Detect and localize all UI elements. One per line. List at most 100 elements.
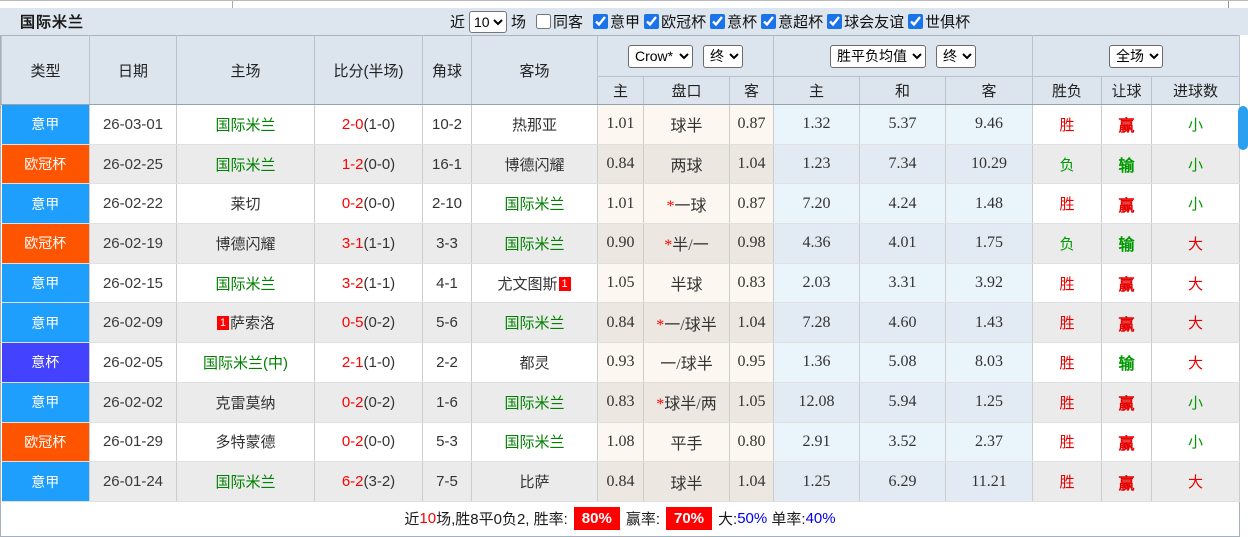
cell-result-goals: 小	[1151, 144, 1241, 185]
same-away-option[interactable]: 同客	[536, 11, 583, 32]
fulltime-score: 3-1	[341, 234, 364, 252]
odds-final-select[interactable]: 终	[703, 44, 743, 68]
footer-segment-blue-text: 50%	[737, 510, 768, 528]
cell-score: 0-5(0-2)	[314, 302, 423, 344]
halftime-score: (0-0)	[363, 155, 396, 173]
bookmaker-select[interactable]: Crow*	[628, 44, 693, 68]
cell-date: 26-02-02	[89, 382, 177, 423]
halftime-score: (1-0)	[363, 353, 396, 371]
cell-score: 2-0(1-0)	[314, 104, 423, 145]
cell-avg-home: 1.25	[773, 461, 861, 502]
home-team-name: 多特蒙德	[215, 434, 276, 452]
cell-league-badge: 意甲	[1, 302, 90, 344]
cell-result-winlose: 胜	[1032, 104, 1103, 145]
red-card-badge: 1	[216, 316, 229, 331]
away-team-name: 博德闪耀	[504, 156, 565, 174]
halftime-score: (0-2)	[363, 393, 396, 411]
halftime-score: (0-0)	[363, 433, 396, 451]
footer-segment-red-badge: 70%	[666, 507, 713, 531]
filter-option-4[interactable]: 球会友谊	[827, 11, 904, 32]
league-filters: 意甲 欧冠杯 意杯 意超杯 球会友谊 世俱杯	[589, 11, 970, 33]
cell-avg-draw: 5.08	[859, 342, 947, 383]
cell-odds-home: 0.84	[597, 302, 644, 344]
cell-corners: 2-10	[422, 183, 472, 225]
col-header-avg-draw: 和	[859, 76, 947, 105]
recent-count-select[interactable]: 10	[469, 10, 508, 33]
filter-checkbox[interactable]	[827, 13, 843, 29]
toolbar: 国际米兰 近 10 场 同客 意甲 欧冠杯 意杯 意超杯 球会友谊 世俱杯	[0, 8, 1248, 35]
halftime-score: (3-2)	[363, 473, 396, 491]
col-header-avg-away: 客	[945, 76, 1034, 105]
fulltime-score: 0-2	[341, 195, 364, 213]
cell-away-team: 热那亚	[471, 104, 598, 145]
filter-option-0[interactable]: 意甲	[593, 11, 640, 32]
cell-avg-draw: 4.01	[859, 223, 947, 264]
filter-checkbox[interactable]	[710, 13, 726, 29]
avg-final-select[interactable]: 终	[936, 44, 977, 68]
cell-odds-home: 0.84	[597, 461, 644, 502]
cell-result-goals: 小	[1151, 104, 1241, 145]
home-team-name: 国际米兰	[215, 116, 276, 134]
filter-option-5[interactable]: 世俱杯	[908, 11, 970, 32]
cell-avg-draw: 5.37	[859, 104, 947, 145]
table-row: 欧冠杯 26-01-29 多特蒙德 0-2(0-0) 5-3 国际米兰 1.08 平手 0.80…	[1, 422, 1241, 463]
divider-stub	[1228, 1, 1229, 8]
avg-odds-select[interactable]: 胜平负均值	[830, 44, 927, 68]
cell-home-team: 1 萨索洛	[176, 302, 315, 344]
cell-result-winlose: 胜	[1032, 183, 1103, 225]
cell-avg-draw: 3.31	[859, 263, 947, 304]
fulltime-select[interactable]: 全场	[1109, 44, 1164, 68]
filter-checkbox[interactable]	[593, 13, 609, 29]
footer-segment-plain: 场,胜8平0负2, 胜率:	[436, 511, 568, 529]
cell-avg-home: 2.03	[773, 263, 861, 304]
col-header-result-handicap: 让球	[1101, 76, 1153, 105]
fulltime-score: 1-2	[341, 155, 364, 173]
cell-home-team: 克雷莫纳	[176, 382, 315, 423]
cell-home-team: 莱切	[176, 183, 315, 225]
result-group-header: 全场	[1032, 35, 1241, 77]
cell-avg-away: 2.37	[945, 422, 1034, 463]
cell-avg-home: 1.23	[773, 144, 861, 185]
scrollbar-thumb[interactable]	[1238, 106, 1248, 150]
page-title: 国际米兰	[20, 14, 85, 31]
divider-stub	[232, 1, 233, 8]
red-card-badge: 1	[558, 276, 571, 291]
cell-result-handicap: 赢	[1101, 302, 1153, 344]
cell-score: 3-2(1-1)	[314, 263, 423, 304]
fulltime-score: 2-1	[341, 353, 364, 371]
filter-checkbox[interactable]	[908, 13, 924, 29]
filter-option-2[interactable]: 意杯	[710, 11, 757, 32]
cell-handicap-line: 半球	[643, 263, 730, 304]
cell-away-team: 国际米兰	[471, 183, 598, 225]
col-header-odds-home: 主	[597, 76, 644, 105]
home-team-name: 国际米兰	[215, 156, 276, 174]
cell-result-winlose: 胜	[1032, 263, 1103, 304]
cell-handicap-line: *球半/两	[643, 382, 730, 423]
home-team-name: 国际米兰	[215, 275, 276, 293]
cell-avg-draw: 5.94	[859, 382, 947, 423]
cell-avg-draw: 6.29	[859, 461, 947, 502]
cell-avg-away: 9.46	[945, 104, 1034, 145]
cell-odds-home: 0.93	[597, 342, 644, 383]
away-team-name: 比萨	[519, 474, 550, 492]
cell-away-team: 国际米兰	[471, 302, 598, 344]
filter-option-1[interactable]: 欧冠杯	[644, 11, 706, 32]
cell-avg-away: 11.21	[945, 461, 1034, 502]
col-header-corner: 角球	[422, 35, 472, 105]
table-row: 意甲 26-02-09 1 萨索洛 0-5(0-2) 5-6 国际米兰 0.84 *一/球半 1.…	[1, 302, 1241, 344]
cell-score: 1-2(0-0)	[314, 144, 423, 185]
cell-away-team: 国际米兰	[471, 422, 598, 463]
cell-league-badge: 意甲	[1, 461, 90, 502]
cell-corners: 10-2	[422, 104, 472, 145]
cell-corners: 3-3	[422, 223, 472, 264]
filter-controls: 近 10 场 同客 意甲 欧冠杯 意杯 意超杯 球会友谊 世俱杯	[450, 8, 970, 35]
cell-result-goals: 小	[1151, 382, 1241, 423]
filter-option-3[interactable]: 意超杯	[761, 11, 823, 32]
cell-corners: 4-1	[422, 263, 472, 304]
same-away-checkbox[interactable]	[536, 14, 552, 29]
away-team-name: 尤文图斯	[497, 275, 558, 293]
filter-checkbox[interactable]	[761, 13, 777, 29]
cell-score: 2-1(1-0)	[314, 342, 423, 383]
filter-checkbox[interactable]	[644, 13, 660, 29]
cell-odds-away: 0.95	[729, 342, 775, 383]
